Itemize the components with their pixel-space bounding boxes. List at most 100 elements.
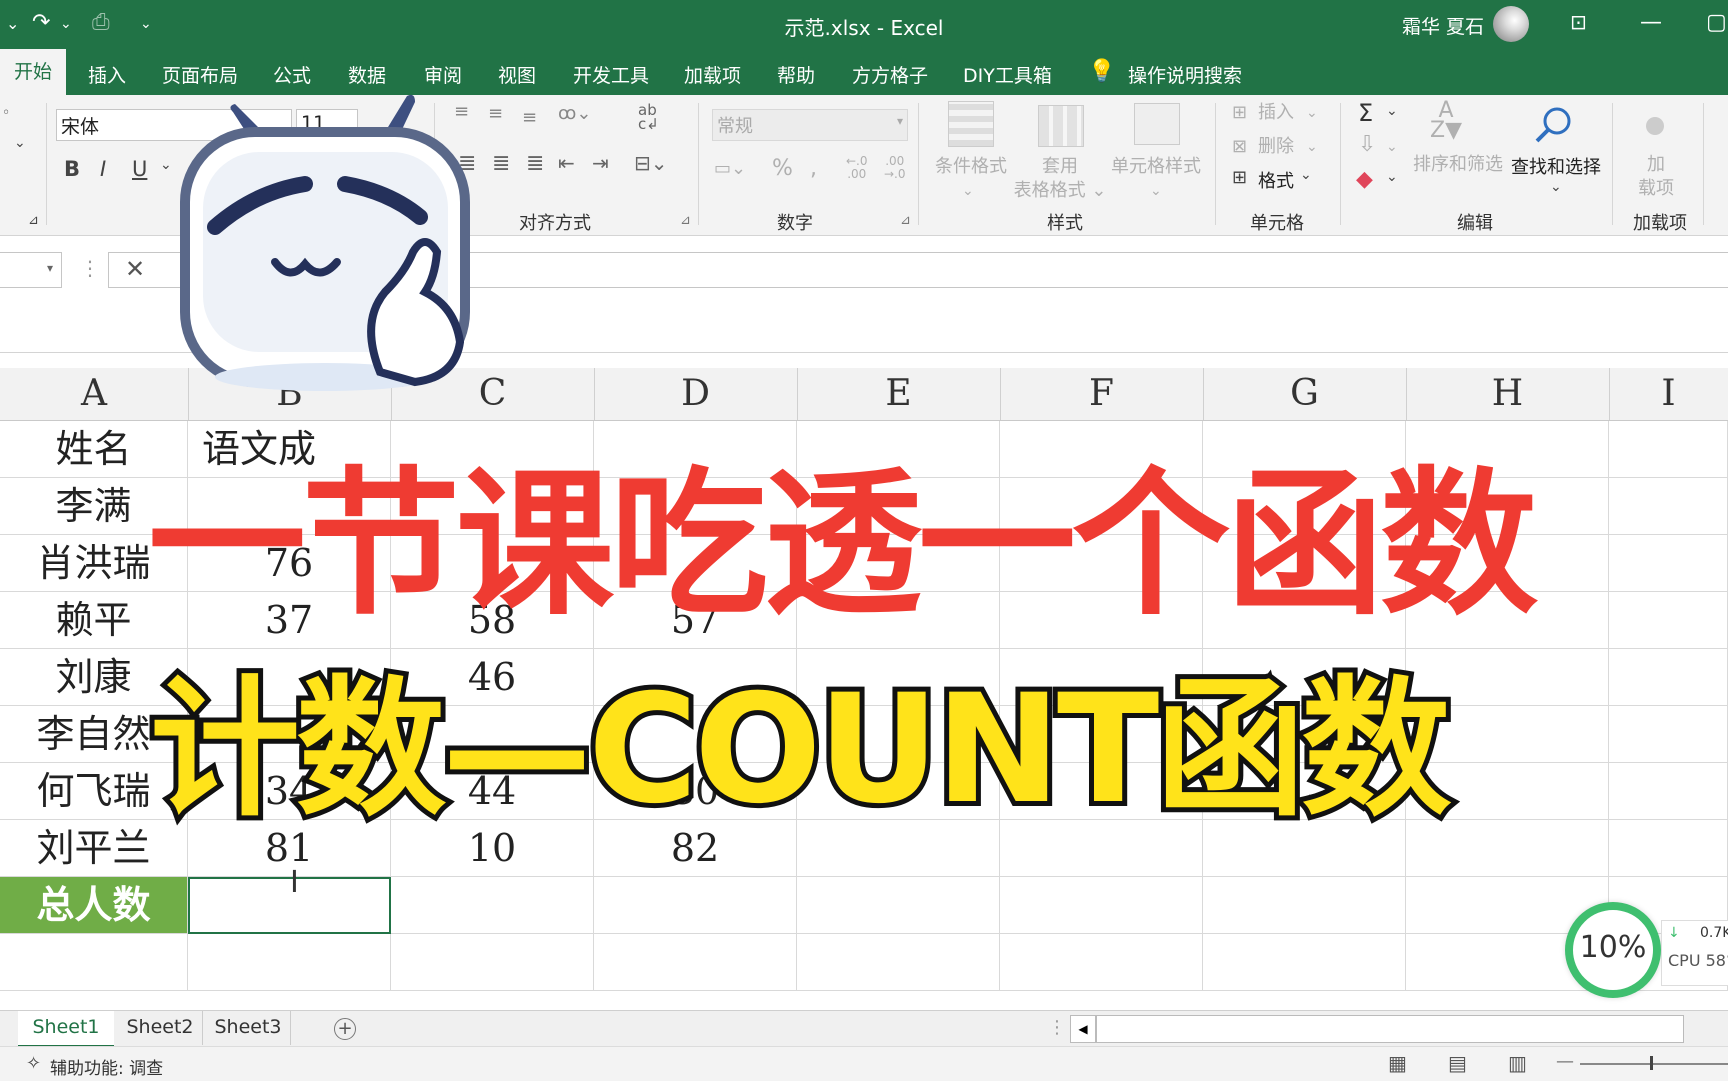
column-header-d[interactable]: D xyxy=(594,368,798,420)
underline-dropdown-icon[interactable]: ⌄ xyxy=(160,157,172,173)
cell[interactable] xyxy=(797,877,1000,934)
cell[interactable] xyxy=(594,934,797,991)
user-name[interactable]: 霜华 夏石 xyxy=(1402,12,1484,39)
tab-split-grip-icon[interactable]: ⋮ xyxy=(1048,1017,1066,1038)
decrease-decimal-icon[interactable]: .00 →.0 xyxy=(884,155,906,181)
merge-center-icon[interactable]: ⊟⌄ xyxy=(634,151,668,175)
underline-icon[interactable]: U xyxy=(132,157,147,181)
align-right-icon[interactable]: ≣ xyxy=(526,151,544,176)
cell[interactable] xyxy=(391,877,594,934)
tab-page-layout[interactable]: 页面布局 xyxy=(162,61,238,88)
cell[interactable] xyxy=(188,934,391,991)
fill-dropdown-icon[interactable]: ⌄ xyxy=(1386,135,1398,159)
cancel-icon[interactable]: ✕ xyxy=(125,255,145,283)
conditional-format-icon[interactable] xyxy=(948,101,994,147)
cell[interactable] xyxy=(1203,934,1406,991)
cell[interactable] xyxy=(1609,820,1728,877)
tab-formulas[interactable]: 公式 xyxy=(273,61,311,88)
accessibility-status[interactable]: 辅助功能: 调查 xyxy=(50,1054,163,1079)
format-cells-icon[interactable]: ⊞ xyxy=(1232,167,1247,188)
tab-view[interactable]: 视图 xyxy=(498,61,536,88)
currency-icon[interactable]: ▭⌄ xyxy=(714,157,746,181)
tab-home[interactable]: 开始 xyxy=(0,49,67,95)
add-sheet-icon[interactable]: + xyxy=(334,1018,356,1040)
autosum-icon[interactable]: Σ xyxy=(1358,99,1373,127)
find-dropdown-icon[interactable]: ⌄ xyxy=(1550,179,1562,195)
wrap-text-icon[interactable]: ab c↲ xyxy=(638,103,659,132)
format-cells-button[interactable]: 格式 xyxy=(1258,167,1294,193)
sheet-tab-2[interactable]: Sheet2 xyxy=(118,1011,203,1045)
table-format-icon[interactable] xyxy=(1038,105,1084,147)
addins-button[interactable]: 加载项 xyxy=(1626,153,1686,201)
cell[interactable] xyxy=(1609,535,1728,592)
sort-filter-icon[interactable]: A Z▼ xyxy=(1430,100,1462,142)
page-layout-view-icon[interactable]: ▤ xyxy=(1448,1051,1467,1075)
cell[interactable] xyxy=(1609,763,1728,820)
increase-decimal-icon[interactable]: ←.0.00 xyxy=(846,155,868,181)
zoom-out-icon[interactable]: — xyxy=(1556,1051,1574,1072)
delete-cells-icon[interactable]: ⊠ xyxy=(1232,135,1247,159)
align-launcher-icon[interactable]: ⊿ xyxy=(680,213,691,228)
tab-developer[interactable]: 开发工具 xyxy=(573,61,649,88)
fill-icon[interactable]: ⇩ xyxy=(1358,133,1376,157)
paste-fragment-icon[interactable]: ◦ xyxy=(2,105,10,121)
tab-review[interactable]: 审阅 xyxy=(424,61,462,88)
tab-fangfang[interactable]: 方方格子 xyxy=(852,61,928,88)
clear-icon[interactable]: ◆ xyxy=(1356,167,1373,192)
delete-cells-button[interactable]: 删除 xyxy=(1258,135,1294,159)
clipboard-dropdown-icon[interactable]: ⌄ xyxy=(14,135,26,151)
tab-data[interactable]: 数据 xyxy=(348,61,386,88)
cell[interactable] xyxy=(0,934,188,991)
tell-me-search[interactable]: 操作说明搜索 xyxy=(1128,61,1242,88)
find-select-button[interactable]: 查找和选择 xyxy=(1506,153,1606,179)
cell[interactable] xyxy=(594,877,797,934)
delete-dropdown-icon[interactable]: ⌄ xyxy=(1306,135,1318,159)
orientation-icon[interactable]: ꝏ⌄ xyxy=(558,103,591,124)
bold-icon[interactable]: B xyxy=(64,157,80,181)
normal-view-icon[interactable]: ▦ xyxy=(1388,1051,1407,1075)
column-header-h[interactable]: H xyxy=(1406,368,1610,420)
format-dropdown-icon[interactable]: ⌄ xyxy=(1300,167,1312,183)
zoom-slider-thumb[interactable] xyxy=(1650,1056,1653,1070)
avatar[interactable] xyxy=(1493,6,1529,42)
number-launcher-icon[interactable]: ⊿ xyxy=(900,213,911,228)
sort-filter-button[interactable]: 排序和筛选 xyxy=(1408,153,1508,177)
cell[interactable] xyxy=(797,934,1000,991)
percent-icon[interactable]: % xyxy=(772,157,793,181)
cell[interactable] xyxy=(1609,649,1728,706)
insert-cells-icon[interactable]: ⊞ xyxy=(1232,101,1247,125)
addins-icon[interactable] xyxy=(1646,117,1664,135)
conditional-format-button[interactable]: 条件格式 xyxy=(926,155,1016,179)
cell-styles-button[interactable]: 单元格样式 xyxy=(1106,155,1206,179)
ribbon-display-icon[interactable]: ⊡ xyxy=(1570,10,1587,34)
increase-indent-icon[interactable]: ⇥ xyxy=(592,151,609,175)
total-label-cell[interactable]: 总人数 xyxy=(0,877,188,934)
cell-styles-icon[interactable] xyxy=(1134,103,1180,145)
horizontal-scrollbar[interactable] xyxy=(1096,1015,1684,1043)
sheet-tab-1[interactable]: Sheet1 xyxy=(18,1011,114,1048)
minimize-icon[interactable]: — xyxy=(1640,10,1662,35)
number-format-dropdown-icon[interactable]: ▾ xyxy=(897,114,903,128)
accessibility-icon[interactable]: ✧ xyxy=(26,1053,41,1074)
cell[interactable] xyxy=(1609,421,1728,478)
italic-icon[interactable]: I xyxy=(100,157,106,181)
column-header-e[interactable]: E xyxy=(797,368,1001,420)
scroll-left-icon[interactable]: ◀ xyxy=(1070,1015,1096,1043)
decrease-indent-icon[interactable]: ⇤ xyxy=(558,151,575,175)
autosum-dropdown-icon[interactable]: ⌄ xyxy=(1386,103,1398,119)
clear-dropdown-icon[interactable]: ⌄ xyxy=(1386,169,1398,185)
table-format-button[interactable]: 套用 表格格式 ⌄ xyxy=(1010,155,1110,203)
clipboard-launcher-icon[interactable]: ⊿ xyxy=(28,213,39,228)
tab-insert[interactable]: 插入 xyxy=(88,61,126,88)
tab-addins[interactable]: 加载项 xyxy=(684,61,741,88)
insert-cells-button[interactable]: 插入 xyxy=(1258,101,1294,125)
cell[interactable] xyxy=(1609,478,1728,535)
cell-styles-dropdown-icon[interactable]: ⌄ xyxy=(1150,179,1162,203)
number-format-box[interactable]: 常规 ▾ xyxy=(712,109,908,141)
column-header-i[interactable]: I xyxy=(1609,368,1728,420)
sheet-tab-3[interactable]: Sheet3 xyxy=(206,1011,291,1045)
cell[interactable] xyxy=(391,934,594,991)
tab-diy-toolbox[interactable]: DIY工具箱 xyxy=(963,61,1052,88)
cell[interactable] xyxy=(1203,877,1406,934)
name-box[interactable]: ▾ xyxy=(0,252,62,288)
